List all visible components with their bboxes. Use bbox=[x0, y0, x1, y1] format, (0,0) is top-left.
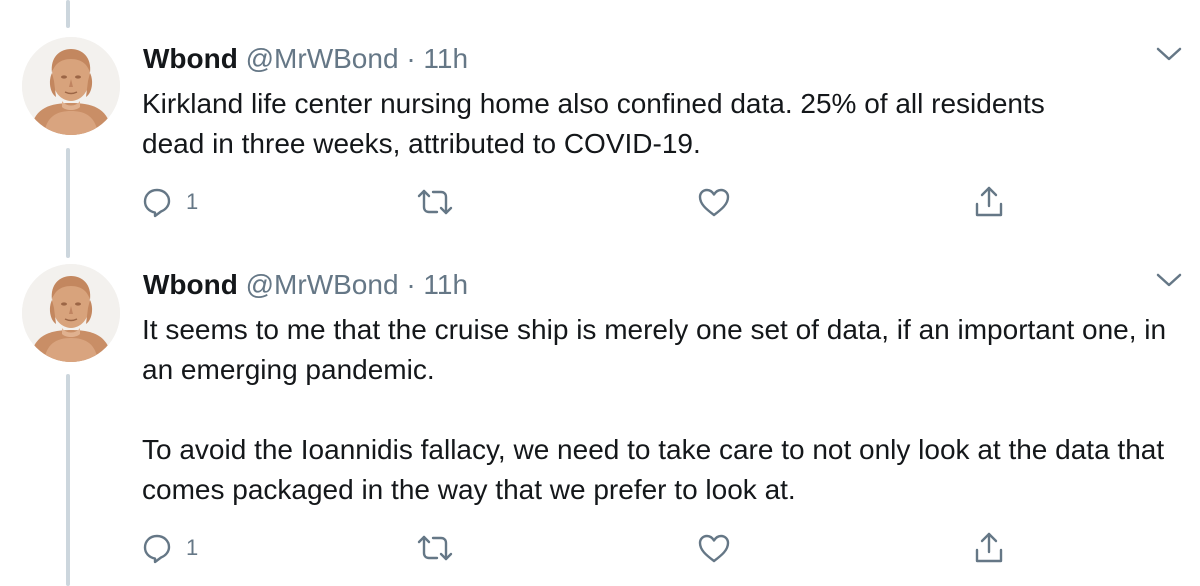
franklin-bust-avatar bbox=[22, 264, 120, 362]
display-name[interactable]: Wbond bbox=[143, 269, 238, 300]
retweet-button[interactable] bbox=[415, 528, 455, 568]
tweet-text: It seems to me that the cruise ship is m… bbox=[142, 310, 1172, 510]
tweet-actions: 1 bbox=[140, 528, 1040, 568]
like-button[interactable] bbox=[696, 528, 732, 568]
tweet-paragraph: To avoid the Ioannidis fallacy, we need … bbox=[142, 434, 1165, 505]
user-handle[interactable]: @MrWBond bbox=[246, 269, 399, 300]
timestamp[interactable]: 11h bbox=[423, 269, 468, 300]
reply-button[interactable]: 1 bbox=[140, 528, 198, 568]
tweet[interactable]: Wbond @MrWBond · 11h It seems to me that… bbox=[0, 0, 1200, 586]
chevron-down-icon[interactable] bbox=[1155, 270, 1183, 290]
tweet-header: Wbond @MrWBond · 11h bbox=[143, 268, 468, 302]
tweet-paragraph: It seems to me that the cruise ship is m… bbox=[142, 314, 1167, 385]
reply-count: 1 bbox=[186, 535, 199, 560]
separator-dot: · bbox=[406, 269, 416, 300]
reply-bubble-icon bbox=[143, 534, 171, 564]
avatar[interactable] bbox=[22, 264, 120, 362]
heart-icon bbox=[698, 534, 730, 563]
retweet-arrows-icon bbox=[417, 535, 453, 561]
share-upload-icon bbox=[975, 532, 1003, 563]
share-button[interactable] bbox=[972, 528, 1006, 568]
